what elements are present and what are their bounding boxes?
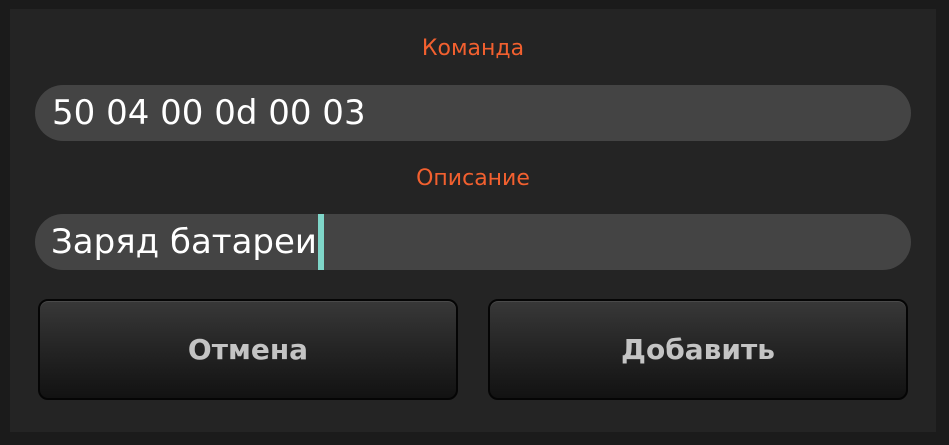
cancel-button[interactable]: Отмена — [38, 299, 458, 400]
add-command-dialog: Команда 50 04 00 0d 00 03 Описание Заряд… — [10, 9, 936, 432]
description-input-value: Заряд батареи — [51, 222, 318, 262]
description-input[interactable]: Заряд батареи — [35, 214, 911, 270]
add-button[interactable]: Добавить — [488, 299, 908, 400]
description-label: Описание — [416, 166, 530, 191]
command-input[interactable]: 50 04 00 0d 00 03 — [35, 85, 911, 141]
command-input-value: 50 04 00 0d 00 03 — [52, 93, 366, 133]
command-label: Команда — [421, 36, 525, 61]
text-cursor — [318, 214, 325, 270]
